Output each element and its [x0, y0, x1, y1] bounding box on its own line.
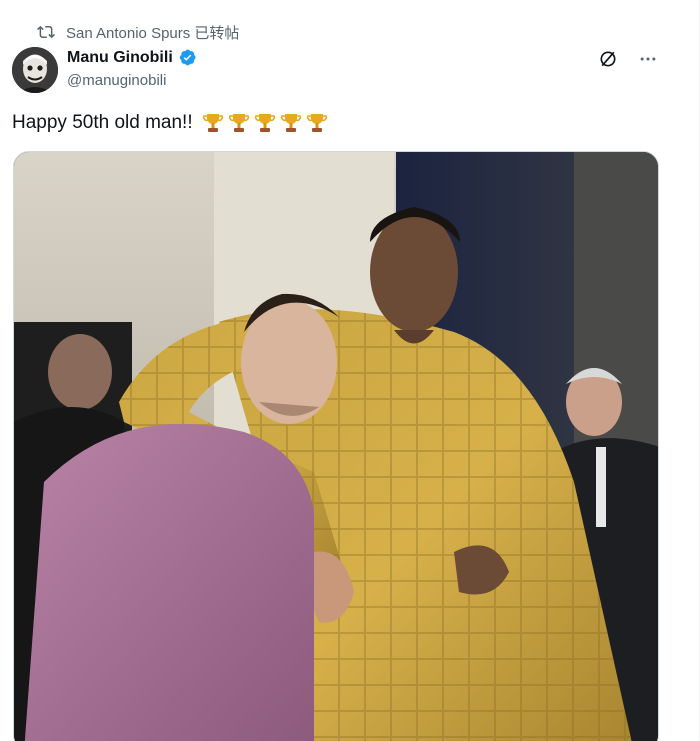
verified-badge-icon[interactable] [178, 48, 197, 67]
author-name[interactable]: Manu Ginobili [67, 49, 173, 67]
more-icon[interactable] [635, 46, 661, 72]
repost-indicator[interactable]: San Antonio Spurs 已转帖 [36, 21, 239, 43]
trophy-icon [253, 111, 277, 135]
tweet-top-actions [581, 46, 661, 72]
repost-icon [36, 22, 56, 42]
tweet-card[interactable]: San Antonio Spurs 已转帖 Manu Ginobili @man… [0, 0, 700, 741]
trophy-icon [227, 111, 251, 135]
tweet-body: Happy 50th old man!! [12, 112, 193, 133]
tweet-text: Happy 50th old man!! [12, 111, 331, 135]
avatar[interactable] [12, 47, 58, 93]
repost-text: San Antonio Spurs 已转帖 [66, 24, 240, 42]
author-handle[interactable]: @manuginobili [67, 72, 166, 89]
author-name-row[interactable]: Manu Ginobili [67, 48, 197, 67]
trophy-icon [305, 111, 329, 135]
trophy-emoji-group [201, 111, 331, 135]
tweet-photo[interactable] [13, 151, 659, 741]
trophy-icon [201, 111, 225, 135]
grok-icon[interactable] [595, 46, 621, 72]
trophy-icon [279, 111, 303, 135]
